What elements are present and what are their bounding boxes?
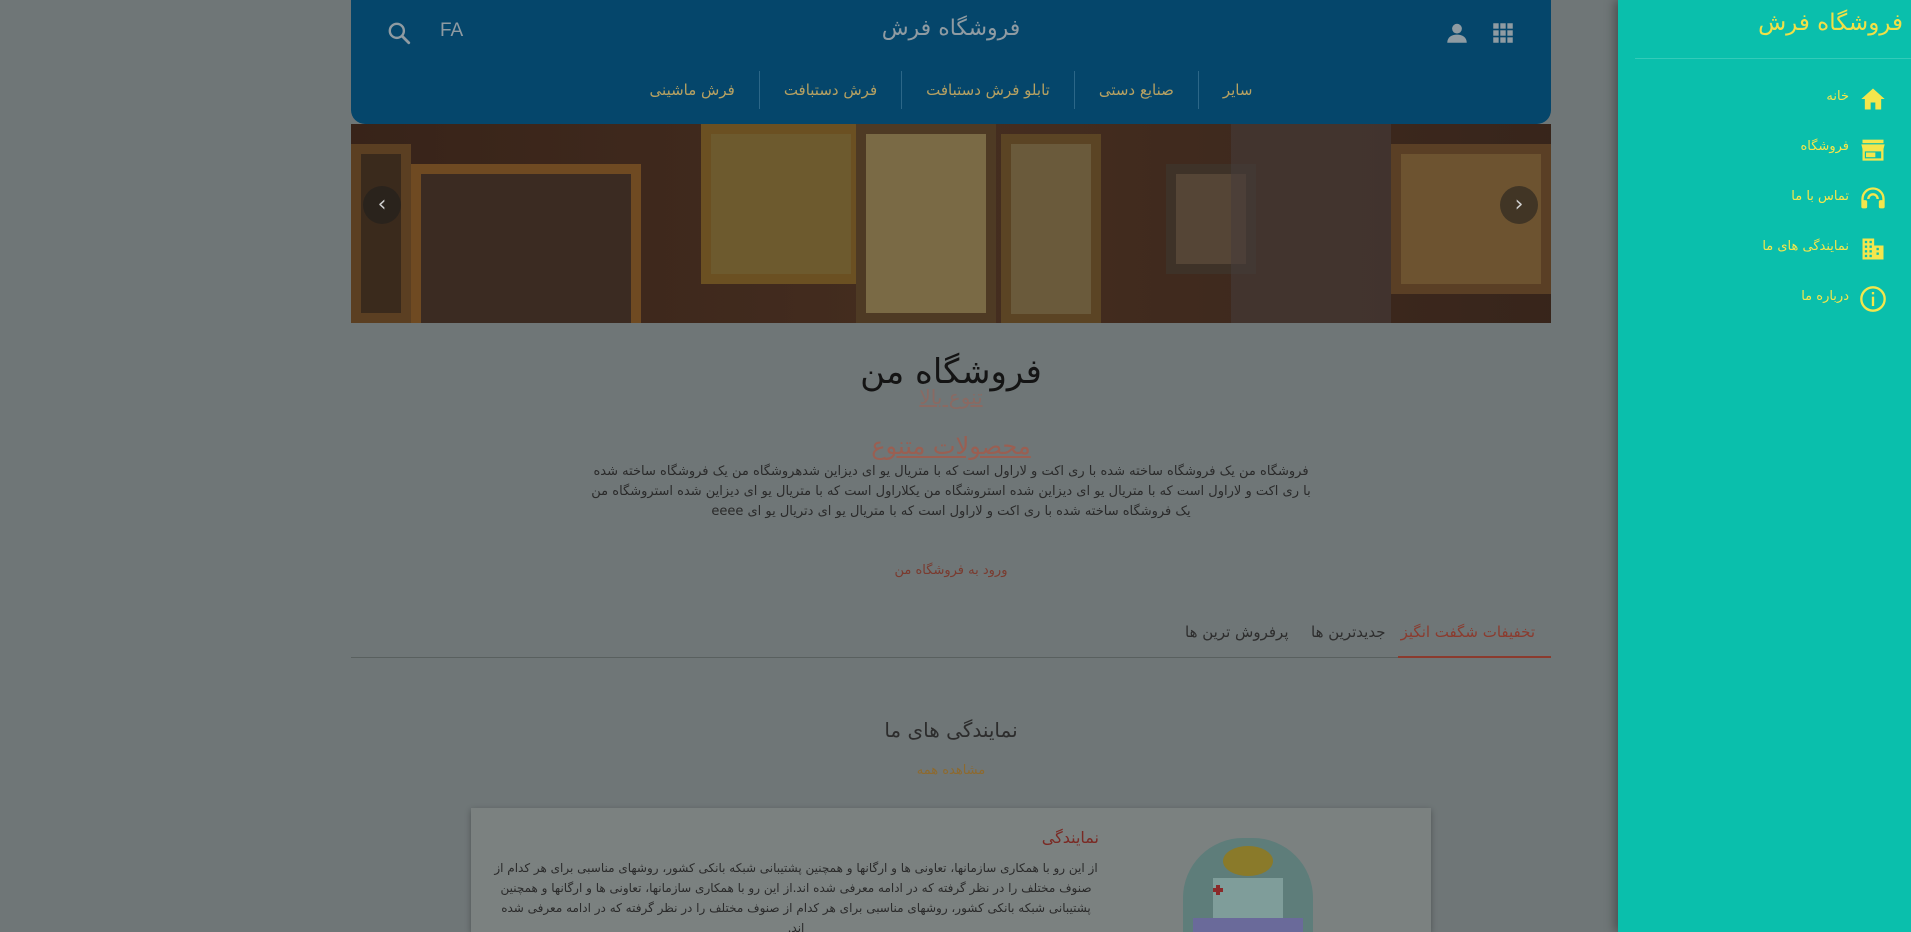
apps-grid-icon[interactable] xyxy=(1490,20,1516,46)
agency-card[interactable]: نمایندگی از این رو با همکاری سازمانها، ت… xyxy=(471,808,1431,932)
drawer-item-contact[interactable]: تماس با ما xyxy=(1618,179,1911,219)
shop-subtitle: تنوع بالا xyxy=(919,385,983,409)
hero-image xyxy=(351,124,1551,323)
drawer-item-home[interactable]: خانه xyxy=(1618,79,1911,119)
drawer-title[interactable]: فروشگاه فرش xyxy=(1758,10,1903,36)
products-link[interactable]: محصولات متنوع xyxy=(351,432,1551,460)
home-icon xyxy=(1859,85,1887,113)
product-tabs: پرفروش ترین ها جدیدترین ها تخفیفات شگفت … xyxy=(351,612,1551,658)
tab-newest[interactable]: جدیدترین ها xyxy=(1295,612,1402,658)
drawer-item-about[interactable]: درباره ما xyxy=(1618,279,1911,319)
carousel-prev-button[interactable]: ‹ xyxy=(363,186,401,224)
info-icon xyxy=(1859,285,1887,313)
tab-bestsellers[interactable]: پرفروش ترین ها xyxy=(1169,612,1305,658)
nav-item-other[interactable]: سایر xyxy=(1197,71,1277,109)
agency-description: از این رو با همکاری سازمانها، تعاونی ها … xyxy=(494,861,1098,932)
drawer-divider xyxy=(1635,58,1911,59)
account-icon[interactable] xyxy=(1444,20,1470,46)
headset-icon xyxy=(1859,185,1887,213)
agency-name: نمایندگی xyxy=(1041,828,1099,847)
drawer-item-label: درباره ما xyxy=(1801,289,1849,304)
shop-description: فروشگاه من یک فروشگاه ساخته شده با ری اک… xyxy=(591,464,1311,519)
drawer-item-label: خانه xyxy=(1826,89,1849,104)
agencies-title: نمایندگی های ما xyxy=(884,718,1018,742)
building-icon xyxy=(1859,235,1887,263)
store-icon xyxy=(1859,135,1887,163)
agency-image xyxy=(1183,838,1313,932)
drawer-item-label: تماس با ما xyxy=(1791,189,1849,204)
app-header: FA فروشگاه فرش سایر صنایع دستی تابلو فرش… xyxy=(351,0,1551,124)
drawer-item-label: نمایندگی های ما xyxy=(1762,239,1849,254)
main-page: FA فروشگاه فرش سایر صنایع دستی تابلو فرش… xyxy=(351,0,1551,932)
nav-item-handwoven-carpet[interactable]: فرش دستبافت xyxy=(758,71,901,109)
see-all-link[interactable]: مشاهده همه xyxy=(351,763,1551,778)
site-brand[interactable]: فروشگاه فرش xyxy=(351,16,1551,41)
nav-item-machine-carpet[interactable]: فرش ماشینی xyxy=(626,71,759,109)
nav-item-handwoven-tableau[interactable]: تابلو فرش دستبافت xyxy=(901,71,1074,109)
category-nav: سایر صنایع دستی تابلو فرش دستبافت فرش دس… xyxy=(351,70,1551,110)
drawer-item-label: فروشگاه xyxy=(1800,139,1849,154)
carousel-next-button[interactable]: › xyxy=(1500,186,1538,224)
side-drawer: فروشگاه فرش خانه فروشگاه تماس با ما نمای… xyxy=(1618,0,1911,932)
top-bar: FA فروشگاه فرش xyxy=(351,0,1551,64)
nav-item-handicrafts[interactable]: صنایع دستی xyxy=(1073,71,1198,109)
drawer-item-store[interactable]: فروشگاه xyxy=(1618,129,1911,169)
enter-shop-link[interactable]: ورود به فروشگاه من xyxy=(351,563,1551,578)
hero-carousel: ‹ › xyxy=(351,124,1551,323)
drawer-item-agencies[interactable]: نمایندگی های ما xyxy=(1618,229,1911,269)
tab-amazing-discounts[interactable]: تخفیفات شگفت انگیز xyxy=(1398,612,1551,658)
